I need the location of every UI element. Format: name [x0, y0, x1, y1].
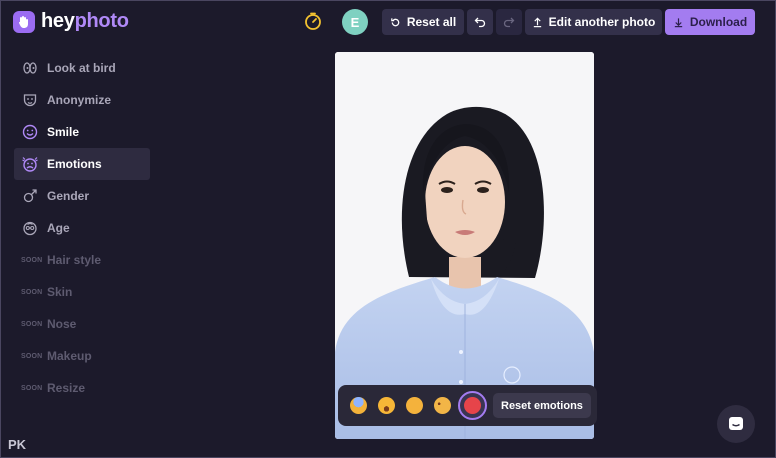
- soon-badge: SOON: [21, 256, 43, 264]
- sidebar-item-label: Look at bird: [47, 61, 116, 75]
- hand-logo-icon: [13, 10, 35, 33]
- edit-another-photo-button[interactable]: Edit another photo: [525, 9, 662, 35]
- user-avatar[interactable]: E: [342, 9, 368, 35]
- upload-icon: [533, 17, 541, 27]
- sidebar-item-skin: SOON Skin: [14, 276, 150, 308]
- angry-emoji-icon: [464, 397, 481, 414]
- emotion-neutral-button[interactable]: [402, 393, 427, 418]
- sidebar-item-label: Anonymize: [47, 93, 112, 107]
- soon-badge: SOON: [21, 352, 43, 360]
- emotion-angry-button[interactable]: [458, 391, 487, 420]
- sidebar-item-label: Smile: [47, 125, 80, 139]
- soon-badge: SOON: [21, 320, 43, 328]
- sidebar-item-makeup: SOON Makeup: [14, 340, 150, 372]
- download-label: Download: [689, 15, 748, 29]
- sidebar-item-label: Gender: [47, 189, 90, 203]
- gender-icon: [21, 187, 39, 205]
- sidebar-item-resize: SOON Resize: [14, 372, 150, 404]
- emotion-fear-button[interactable]: [346, 393, 371, 418]
- edit-another-photo-label: Edit another photo: [548, 15, 656, 29]
- surprise-emoji-icon: [378, 397, 395, 414]
- portrait-photo: [335, 52, 594, 439]
- neutral-emoji-icon: [406, 397, 423, 414]
- soon-badge: SOON: [21, 384, 43, 392]
- sidebar-item-age[interactable]: Age: [14, 212, 150, 244]
- timer-icon[interactable]: [303, 11, 323, 31]
- age-icon: [21, 219, 39, 237]
- sidebar-item-label: Nose: [47, 317, 77, 331]
- sidebar-item-label: Makeup: [47, 349, 92, 363]
- reset-emotions-button[interactable]: Reset emotions: [493, 393, 591, 418]
- sidebar-item-label: Skin: [47, 285, 73, 299]
- sidebar-item-label: Age: [47, 221, 70, 235]
- mask-icon: [21, 91, 39, 109]
- app-logo[interactable]: heyphoto: [13, 10, 129, 33]
- download-button[interactable]: Download: [665, 9, 755, 35]
- emotion-surprise-button[interactable]: [374, 393, 399, 418]
- sidebar-item-label: Emotions: [47, 157, 102, 171]
- chat-icon: [729, 417, 743, 430]
- undo-button[interactable]: [467, 9, 493, 35]
- download-icon: [674, 17, 682, 27]
- sidebar-item-anonymize[interactable]: Anonymize: [14, 84, 150, 116]
- sidebar-item-label: Resize: [47, 381, 86, 395]
- fear-emoji-icon: [350, 397, 367, 414]
- sidebar-item-nose: SOON Nose: [14, 308, 150, 340]
- eyes-icon: [21, 59, 39, 77]
- smile-icon: [21, 123, 39, 141]
- watermark-logo: PK: [8, 437, 27, 452]
- sidebar-item-smile[interactable]: Smile: [14, 116, 150, 148]
- sidebar-item-gender[interactable]: Gender: [14, 180, 150, 212]
- soon-badge: SOON: [21, 288, 43, 296]
- reset-icon: [391, 17, 400, 26]
- reset-all-button[interactable]: Reset all: [382, 9, 464, 35]
- redo-icon: [503, 17, 515, 28]
- chat-button[interactable]: [717, 405, 755, 443]
- sidebar-item-look-at-bird[interactable]: Look at bird: [14, 52, 150, 84]
- undo-icon: [474, 17, 486, 28]
- emotions-toolbar: Reset emotions: [338, 385, 597, 426]
- app-name: heyphoto: [41, 10, 129, 32]
- sidebar-item-hair-style: SOON Hair style: [14, 244, 150, 276]
- redo-button[interactable]: [496, 9, 522, 35]
- sidebar-item-label: Hair style: [47, 253, 102, 267]
- emotion-sad-button[interactable]: [430, 393, 455, 418]
- sidebar-item-emotions[interactable]: Emotions: [14, 148, 150, 180]
- sad-emoji-icon: [434, 397, 451, 414]
- reset-all-label: Reset all: [406, 15, 457, 29]
- emotions-icon: [21, 155, 39, 173]
